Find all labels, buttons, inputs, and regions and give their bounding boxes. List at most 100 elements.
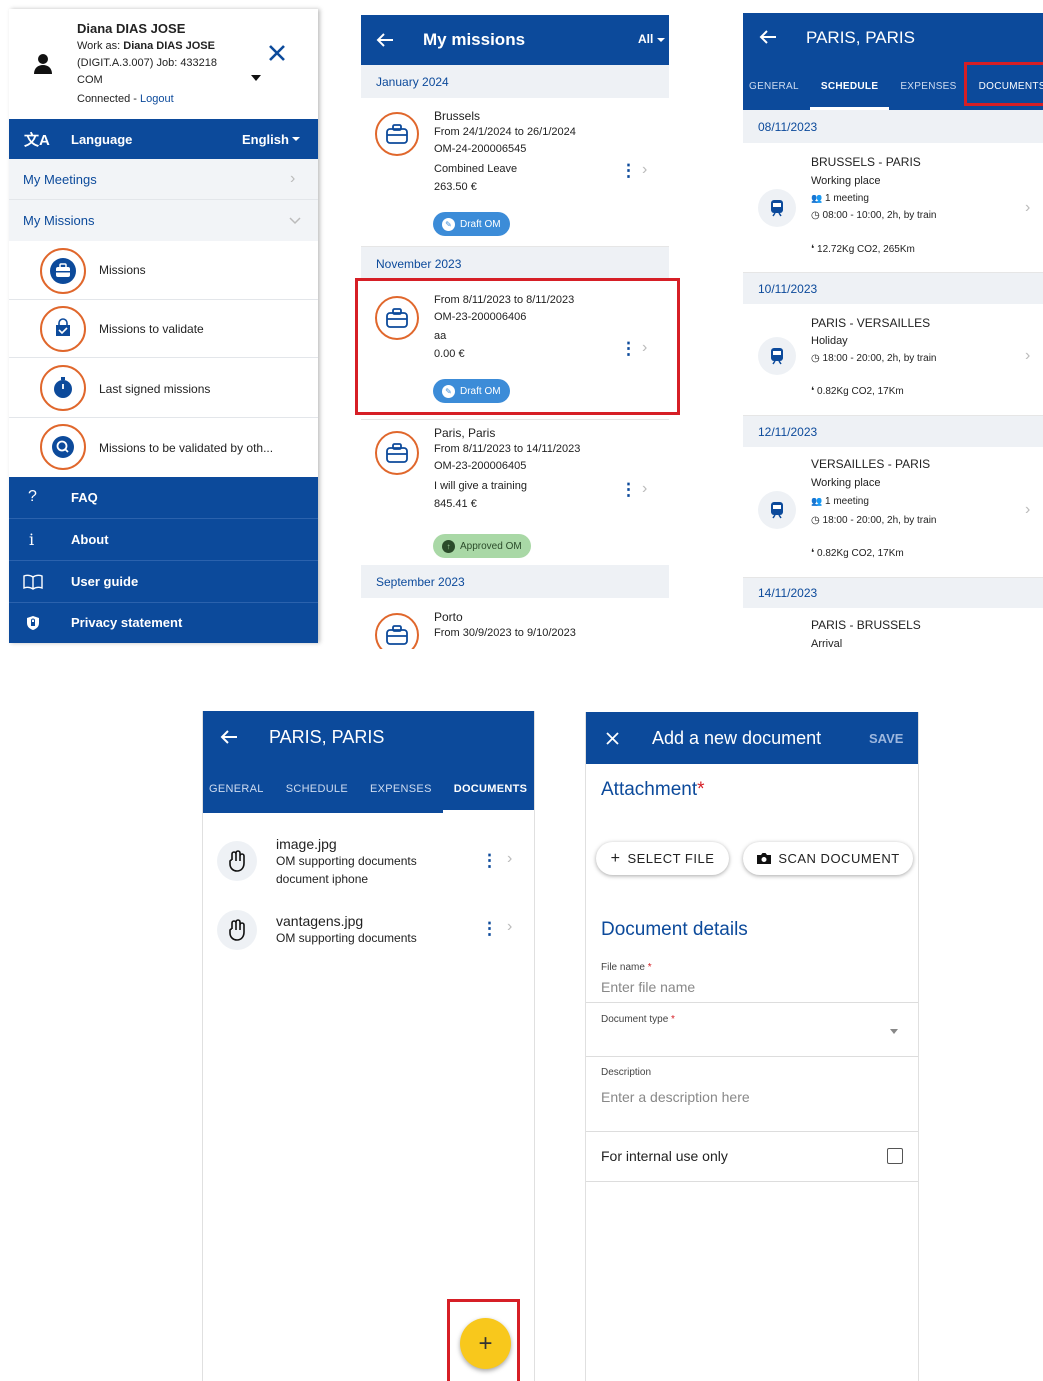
tab-schedule[interactable]: SCHEDULE xyxy=(809,62,890,110)
internal-use-label: For internal use only xyxy=(601,1148,728,1164)
co2-row: ❛ 0.82Kg CO2, 17Km xyxy=(811,386,904,397)
documents-panel: PARIS, PARIS GENERAL SCHEDULE EXPENSES D… xyxy=(202,711,535,1381)
user-guide-item[interactable]: User guide xyxy=(9,561,318,603)
submenu-missions-to-validate-label: Missions to validate xyxy=(99,322,204,336)
add-document-panel: Add a new document SAVE Attachment* + SEL… xyxy=(585,712,919,1381)
language-dropdown-icon xyxy=(292,137,300,141)
chevron-right-icon: › xyxy=(1025,199,1031,216)
description-label: Description xyxy=(601,1067,652,1078)
tab-general[interactable]: GENERAL xyxy=(203,765,275,813)
more-vert-icon[interactable]: ⋮ xyxy=(620,481,637,498)
submenu-missions[interactable]: Missions xyxy=(9,241,318,300)
file-name-label: File name * xyxy=(601,962,652,973)
submenu-missions-label: Missions xyxy=(99,263,146,277)
mission-om-number: OM-23-200006405 xyxy=(434,460,527,472)
tab-schedule[interactable]: SCHEDULE xyxy=(275,765,359,813)
select-file-button[interactable]: + SELECT FILE xyxy=(596,842,729,875)
side-menu-panel: Diana DIAS JOSE Work as: Diana DIAS JOSE… xyxy=(9,9,318,643)
tab-documents[interactable]: DOCUMENTS xyxy=(442,765,534,813)
tab-general[interactable]: GENERAL xyxy=(743,62,810,110)
file-name-placeholder: Enter file name xyxy=(601,979,696,995)
footprint-icon: ❛ xyxy=(811,548,815,559)
faq-label: FAQ xyxy=(71,490,98,505)
language-row[interactable]: 文A Language English xyxy=(9,119,318,159)
chevron-down-icon xyxy=(289,216,301,224)
attachment-icon xyxy=(217,910,257,950)
people-icon: 👥 xyxy=(811,193,823,203)
schedule-item[interactable]: VERSAILLES - PARIS Working place 👥 1 mee… xyxy=(743,447,1043,578)
co2-row: ❛ 12.72Kg CO2, 265Km xyxy=(811,244,915,255)
book-icon xyxy=(23,574,43,590)
date-header: 08/11/2023 xyxy=(743,110,1043,143)
briefcase-icon xyxy=(375,431,419,475)
internal-use-row[interactable]: For internal use only xyxy=(586,1132,918,1182)
documents-tab-bar: GENERAL SCHEDULE EXPENSES DOCUMENTS xyxy=(203,765,534,813)
submenu-last-signed[interactable]: Last signed missions xyxy=(9,358,318,418)
mission-dates: From 8/11/2023 to 14/11/2023 xyxy=(434,443,581,455)
document-item[interactable]: vantagens.jpg OM supporting documents ⋮ … xyxy=(203,905,534,957)
file-name-field[interactable]: File name * Enter file name xyxy=(586,957,918,1003)
attachment-heading: Attachment* xyxy=(601,779,705,801)
document-name: image.jpg xyxy=(276,836,337,852)
time-row: ◷ 18:00 - 20:00, 2h, by train xyxy=(811,515,936,526)
schedule-item[interactable]: BRUSSELS - PARIS Working place 👥 1 meeti… xyxy=(743,143,1043,273)
faq-item[interactable]: ? FAQ xyxy=(9,477,318,519)
plus-icon: + xyxy=(610,849,621,867)
document-details-heading: Document details xyxy=(601,919,748,940)
tab-expenses[interactable]: EXPENSES xyxy=(359,765,443,813)
work-as-name: Diana DIAS JOSE xyxy=(123,40,215,52)
document-item[interactable]: image.jpg OM supporting documents docume… xyxy=(203,828,534,894)
close-icon[interactable] xyxy=(606,732,619,745)
close-icon[interactable] xyxy=(268,44,286,62)
my-missions-item[interactable]: My Missions xyxy=(9,200,318,241)
work-as-detail: (DIGIT.A.3.007) Job: 433218 xyxy=(77,57,218,69)
my-meetings-label: My Meetings xyxy=(23,171,97,187)
about-label: About xyxy=(71,532,109,547)
language-label: Language xyxy=(71,131,133,147)
co2-label: 12.72Kg CO2, 265Km xyxy=(817,244,915,255)
route-label: PARIS - BRUSSELS xyxy=(811,618,921,632)
mission-item[interactable]: Paris, Paris From 8/11/2023 to 14/11/202… xyxy=(361,420,669,565)
my-meetings-item[interactable]: My Meetings › xyxy=(9,159,318,200)
internal-use-checkbox[interactable] xyxy=(887,1148,903,1164)
documents-title: PARIS, PARIS xyxy=(269,727,385,747)
document-type-label: Document type * xyxy=(601,1014,675,1025)
privacy-item[interactable]: Privacy statement xyxy=(9,603,318,643)
back-arrow-icon[interactable] xyxy=(220,729,238,745)
back-arrow-icon[interactable] xyxy=(376,32,394,48)
attachment-heading-label: Attachment xyxy=(601,779,698,800)
save-button[interactable]: SAVE xyxy=(869,731,903,746)
date-header: 12/11/2023 xyxy=(743,416,1043,447)
document-type-field[interactable]: Document type * xyxy=(586,1003,918,1057)
mission-item[interactable]: Brussels From 24/1/2024 to 26/1/2024 OM-… xyxy=(361,98,669,247)
briefcase-icon xyxy=(375,613,419,649)
mission-item[interactable]: Porto From 30/9/2023 to 9/10/2023 xyxy=(361,598,669,649)
about-item[interactable]: i About xyxy=(9,519,318,561)
language-value[interactable]: English xyxy=(242,132,289,147)
logout-link[interactable]: Logout xyxy=(140,93,174,105)
scan-document-button[interactable]: SCAN DOCUMENT xyxy=(743,842,913,875)
submenu-validated-by-others[interactable]: Missions to be validated by oth... xyxy=(9,418,318,477)
more-vert-icon[interactable]: ⋮ xyxy=(620,162,637,179)
mission-dates: From 30/9/2023 to 9/10/2023 xyxy=(434,627,576,639)
more-vert-icon[interactable]: ⋮ xyxy=(481,920,498,937)
co2-label: 0.82Kg CO2, 17Km xyxy=(817,548,904,559)
clock-icon: ◷ xyxy=(811,515,820,526)
route-label: VERSAILLES - PARIS xyxy=(811,457,931,471)
status-badge-label: Approved OM xyxy=(460,540,522,552)
submenu-missions-to-validate[interactable]: Missions to validate xyxy=(9,300,318,358)
schedule-item[interactable]: PARIS - BRUSSELS Arrival xyxy=(743,608,1043,648)
tab-expenses[interactable]: EXPENSES xyxy=(889,62,967,110)
connection-line: Connected - Logout xyxy=(77,93,174,105)
people-icon: 👥 xyxy=(811,496,823,506)
more-vert-icon[interactable]: ⋮ xyxy=(481,852,498,869)
chevron-down-icon[interactable] xyxy=(251,75,261,81)
schedule-item[interactable]: PARIS - VERSAILLES Holiday ◷ 18:00 - 20:… xyxy=(743,304,1043,416)
info-icon: i xyxy=(29,530,35,549)
footprint-icon: ❛ xyxy=(811,244,815,255)
description-field[interactable]: Description Enter a description here xyxy=(586,1057,918,1132)
document-type-label-text: Document type xyxy=(601,1014,669,1025)
back-arrow-icon[interactable] xyxy=(759,29,777,45)
dg-label: COM xyxy=(77,74,103,86)
missions-filter[interactable]: All xyxy=(638,32,653,46)
